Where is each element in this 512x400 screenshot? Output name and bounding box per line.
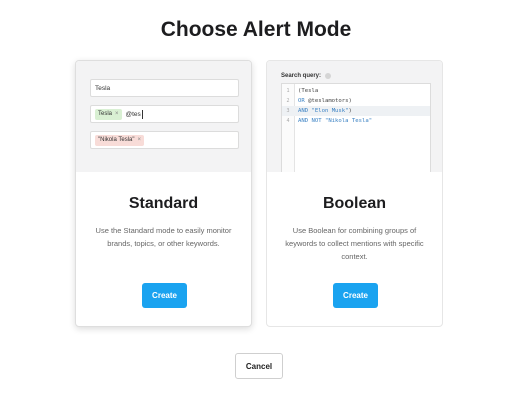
page-title: Choose Alert Mode [160,18,352,41]
help-icon [325,73,332,79]
code-text: AND "Elon Musk") [298,108,352,114]
close-icon: × [137,137,142,143]
code-text: AND NOT "Nikola Tesla" [298,118,373,124]
typed-text: @tes [125,110,141,118]
line-number: 4 [286,118,290,124]
code-line: 2 OR @teslamotors) [282,96,430,106]
code-text: OR @teslamotors) [298,98,352,104]
boolean-title: Boolean [322,195,387,212]
standard-title: Standard [128,195,199,212]
code-line-active: 3 AND "Elon Musk") [282,106,430,116]
keyword-input-preview: Tesla [90,79,239,97]
code-text: (Tesla [298,88,319,94]
keyword-input-value: Tesla [95,84,111,92]
standard-description: Use the Standard mode to easily monitor … [95,226,232,248]
query-editor: 1 (Tesla 2 OR @teslamotors) 3 AND "Elon … [281,83,431,172]
boolean-create-button[interactable]: Create [333,283,378,308]
standard-mode-card[interactable]: Tesla Tesla × @tes "Nikola Tesla" × Stan… [75,60,252,327]
line-number: 2 [286,98,290,104]
line-number: 3 [286,108,290,114]
excluded-tag-input-preview: "Nikola Tesla" × [90,131,239,149]
keyword-tag: Tesla × [95,108,122,120]
search-query-label-text: Search query: [281,73,322,79]
boolean-preview: Search query: 1 (Tesla 2 OR @teslamotors… [267,61,442,172]
line-number: 1 [286,88,290,94]
search-query-label: Search query: [281,73,332,79]
close-icon: × [115,111,119,117]
boolean-description: Use Boolean for combining groups of keyw… [285,226,424,261]
excluded-keyword-tag: "Nikola Tesla" × [95,134,145,146]
keyword-tag-label: Tesla [98,111,113,117]
standard-preview: Tesla Tesla × @tes "Nikola Tesla" × [76,61,251,172]
cancel-button[interactable]: Cancel [235,353,283,379]
tag-input-preview: Tesla × @tes [90,105,239,123]
code-line: 4 AND NOT "Nikola Tesla" [282,116,430,126]
boolean-mode-card[interactable]: Search query: 1 (Tesla 2 OR @teslamotors… [266,60,443,327]
text-caret [141,109,143,119]
excluded-tag-label: "Nikola Tesla" [98,137,135,143]
code-line: 1 (Tesla [282,86,430,96]
standard-create-button[interactable]: Create [142,283,187,308]
